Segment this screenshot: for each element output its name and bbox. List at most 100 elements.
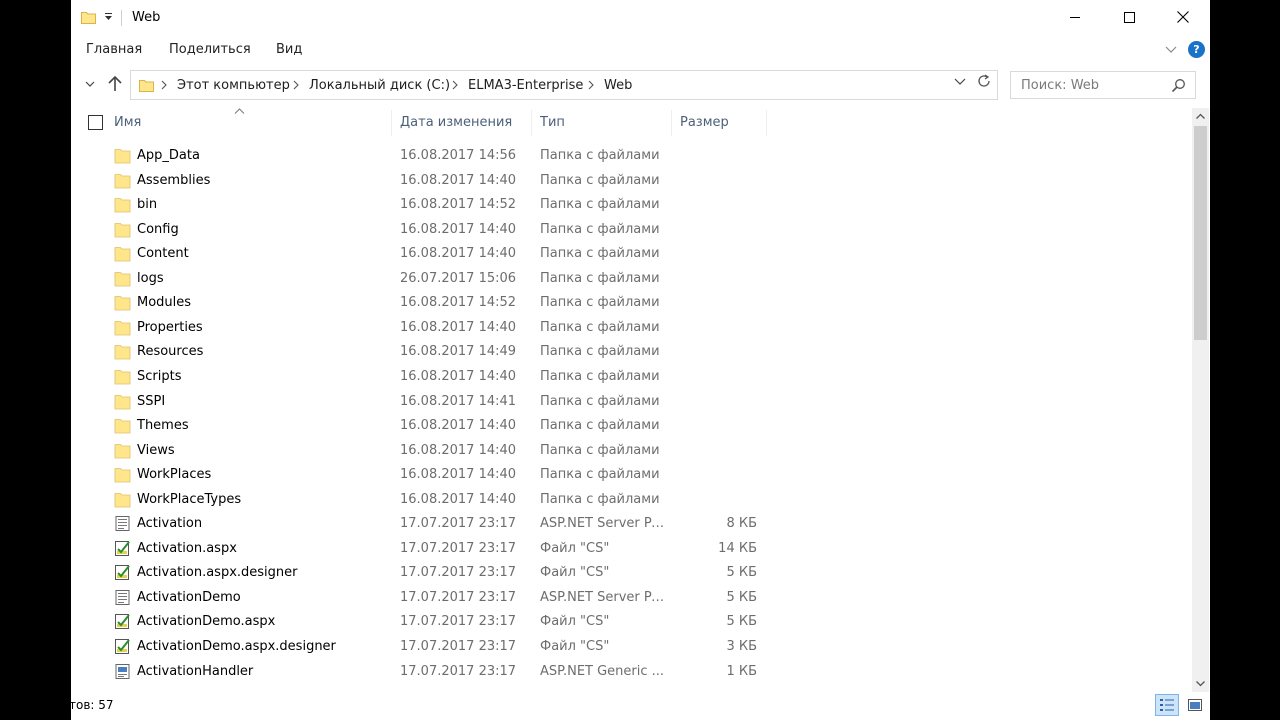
file-date: 17.07.2017 23:17 [400, 639, 517, 654]
tab-share[interactable]: Поделиться [169, 42, 251, 57]
file-name: Activation.aspx [137, 540, 237, 556]
search-icon[interactable] [1171, 78, 1186, 93]
file-name: Activation.aspx.designer [137, 565, 298, 581]
file-type: Папка с файлами [540, 393, 660, 409]
file-row[interactable]: ActivationHandler 17.07.2017 23:17 ASP.NET… [71, 660, 1191, 685]
status-bar: тов: 57 [71, 692, 1210, 720]
close-button[interactable] [1156, 0, 1210, 34]
chevron-down-icon[interactable] [953, 74, 967, 88]
file-type: Папка с файлами [540, 246, 660, 262]
file-row[interactable]: ActivationDemo.aspx 17.07.2017 23:17 Файл … [71, 610, 1191, 635]
file-row[interactable]: logs 26.07.2017 15:06 Папка с файлами [71, 267, 1191, 292]
folder-icon [114, 172, 131, 189]
chevron-down-icon[interactable] [1164, 42, 1178, 56]
tab-view[interactable]: Вид [276, 42, 302, 57]
folder-icon [114, 442, 131, 459]
column-divider[interactable] [531, 110, 532, 136]
file-name: ActivationDemo.aspx [137, 614, 276, 630]
column-header-size[interactable]: Размер [680, 115, 729, 130]
search-box[interactable] [1010, 71, 1196, 99]
scroll-thumb[interactable] [1194, 126, 1207, 340]
file-date: 16.08.2017 14:40 [400, 418, 517, 434]
maximize-button[interactable] [1102, 0, 1156, 34]
file-row[interactable]: Activation.aspx 17.07.2017 23:17 Файл "CS"… [71, 537, 1191, 562]
chevron-right-icon[interactable] [291, 78, 301, 92]
column-divider[interactable] [671, 110, 672, 136]
breadcrumb-elma[interactable]: ELMA3-Enterprise [468, 78, 583, 93]
file-name: Activation [137, 516, 203, 532]
file-row[interactable]: App_Data 16.08.2017 14:56 Папка с файлами [71, 144, 1191, 169]
chevron-right-icon[interactable] [450, 78, 460, 92]
file-date: 17.07.2017 23:17 [400, 614, 517, 630]
file-row[interactable]: bin 16.08.2017 14:52 Папка с файлами [71, 193, 1191, 218]
file-row[interactable]: ActivationDemo 17.07.2017 23:17 ASP.NET Se… [71, 586, 1191, 611]
refresh-icon[interactable] [976, 73, 992, 89]
file-row[interactable]: SSPI 16.08.2017 14:41 Папка с файлами [71, 390, 1191, 415]
file-type: Папка с файлами [540, 221, 660, 237]
file-row[interactable]: ActivationDemo.aspx.designer 17.07.2017 2… [71, 635, 1191, 660]
file-row[interactable]: Content 16.08.2017 14:40 Папка с файлами [71, 242, 1191, 267]
scroll-up-arrow-icon[interactable] [1192, 108, 1209, 125]
quick-access-dropdown-icon[interactable] [103, 11, 114, 22]
file-date: 16.08.2017 14:40 [400, 246, 517, 262]
file-type: Папка с файлами [540, 295, 660, 311]
select-all-checkbox[interactable] [88, 115, 103, 130]
column-divider[interactable] [391, 110, 392, 136]
file-date: 16.08.2017 14:52 [400, 295, 517, 311]
file-type: Папка с файлами [540, 197, 660, 213]
folder-icon[interactable] [81, 10, 96, 24]
folder-icon [114, 368, 131, 385]
column-header-type[interactable]: Тип [540, 115, 565, 130]
large-icons-view-button[interactable] [1183, 694, 1207, 716]
minimize-icon [1070, 16, 1080, 18]
recent-locations-chevron-icon[interactable] [83, 77, 97, 91]
file-date: 26.07.2017 15:06 [400, 270, 517, 286]
breadcrumb-local-disk[interactable]: Локальный диск (C:) [309, 78, 450, 93]
file-type: Файл "CS" [540, 639, 610, 654]
file-name: ActivationHandler [137, 663, 254, 679]
address-bar[interactable]: Этот компьютер Локальный диск (C:) ELMA3… [130, 70, 998, 100]
file-date: 16.08.2017 14:40 [400, 319, 517, 335]
file-row[interactable]: Activation.aspx.designer 17.07.2017 23:17… [71, 561, 1191, 586]
file-size: 1 КБ [726, 663, 757, 679]
file-row[interactable]: Modules 16.08.2017 14:52 Папка с файлами [71, 291, 1191, 316]
chevron-right-icon[interactable] [159, 78, 169, 92]
window-title: Web [132, 10, 161, 25]
folder-icon [114, 491, 131, 508]
file-row[interactable]: Assemblies 16.08.2017 14:40 Папка с файлам… [71, 169, 1191, 194]
file-name: Assemblies [137, 172, 211, 188]
file-type: Папка с файлами [540, 418, 660, 434]
file-row[interactable]: Config 16.08.2017 14:40 Папка с файлами [71, 218, 1191, 243]
file-row[interactable]: Scripts 16.08.2017 14:40 Папка с файлами [71, 365, 1191, 390]
file-date: 16.08.2017 14:41 [400, 393, 517, 409]
chevron-right-icon[interactable] [586, 78, 596, 92]
search-input[interactable] [1011, 72, 1161, 98]
file-type: Папка с файлами [540, 442, 660, 458]
column-header-name[interactable]: Имя [114, 115, 141, 130]
up-arrow-icon[interactable] [107, 75, 123, 93]
tab-home[interactable]: Главная [86, 42, 142, 57]
folder-icon [114, 270, 131, 287]
file-row[interactable]: Resources 16.08.2017 14:49 Папка с файлами [71, 340, 1191, 365]
column-divider[interactable] [766, 110, 767, 136]
file-row[interactable]: Themes 16.08.2017 14:40 Папка с файлами [71, 414, 1191, 439]
scroll-down-arrow-icon[interactable] [1192, 675, 1209, 692]
breadcrumb-web[interactable]: Web [604, 78, 632, 93]
minimize-button[interactable] [1048, 0, 1102, 34]
file-row[interactable]: WorkPlaceTypes 16.08.2017 14:40 Папка с фа… [71, 488, 1191, 513]
file-name: SSPI [137, 393, 166, 409]
breadcrumb-this-pc[interactable]: Этот компьютер [177, 78, 290, 93]
file-size: 5 КБ [726, 614, 757, 630]
file-type: Папка с файлами [540, 344, 660, 360]
file-row[interactable]: Views 16.08.2017 14:40 Папка с файлами [71, 439, 1191, 464]
navigation-bar: Этот компьютер Локальный диск (C:) ELMA3… [71, 64, 1210, 108]
vertical-scrollbar[interactable] [1192, 108, 1209, 692]
details-view-button[interactable] [1155, 694, 1179, 716]
file-row[interactable]: Properties 16.08.2017 14:40 Папка с файлам… [71, 316, 1191, 341]
help-icon[interactable]: ? [1188, 41, 1205, 58]
file-row[interactable]: WorkPlaces 16.08.2017 14:40 Папка с файлам… [71, 463, 1191, 488]
column-header-date[interactable]: Дата изменения [400, 115, 512, 130]
file-date: 16.08.2017 14:40 [400, 442, 517, 458]
file-date: 17.07.2017 23:17 [400, 589, 517, 605]
file-row[interactable]: Activation 17.07.2017 23:17 ASP.NET Server… [71, 512, 1191, 537]
